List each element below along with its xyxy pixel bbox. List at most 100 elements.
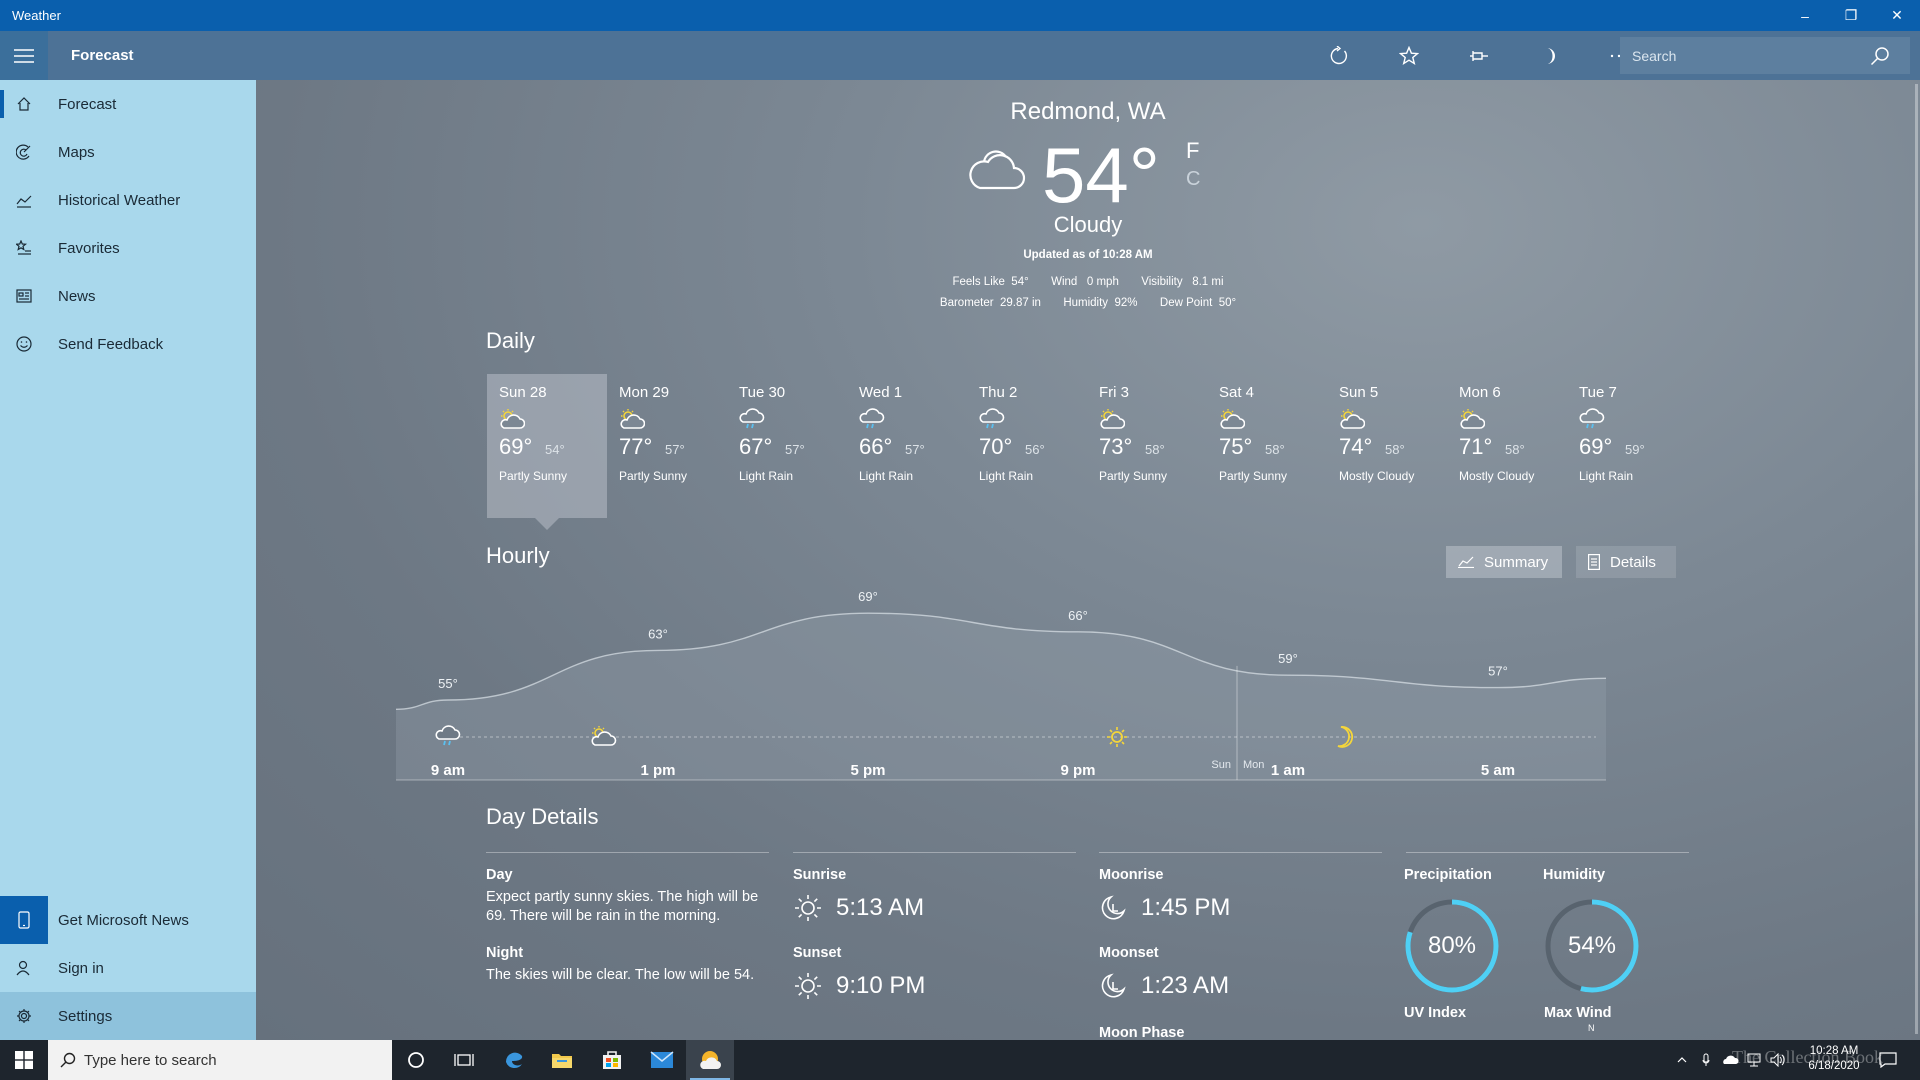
radar-icon (0, 144, 48, 160)
sunrise-time: 5:13 AM (836, 894, 925, 921)
mail-app-button[interactable] (638, 1040, 686, 1080)
search-icon (60, 1052, 76, 1068)
refresh-button[interactable] (1304, 31, 1374, 80)
daily-card-thu-2[interactable]: Thu 2 70° 56° Light Rain (967, 374, 1087, 518)
close-button[interactable]: ✕ (1874, 0, 1920, 31)
hourly-area-fill (396, 613, 1606, 780)
sidebar-item-forecast[interactable]: Forecast (0, 80, 256, 128)
day-high: 74° (1339, 434, 1373, 459)
day-name: Fri 3 (1099, 384, 1129, 401)
day-low: 58° (1145, 442, 1165, 457)
divider (1406, 852, 1689, 853)
day-name: Tue 7 (1579, 384, 1617, 401)
window-titlebar: Weather – ❐ ✕ (0, 0, 1920, 31)
minimize-button[interactable]: – (1782, 0, 1828, 31)
watermark: The Collection Book (1732, 1047, 1883, 1067)
barometer-label: Barometer (939, 297, 994, 309)
sidebar-item-label: Send Feedback (58, 335, 164, 353)
humidity-detail-label: Humidity (1543, 867, 1606, 883)
weather-icon (700, 1051, 721, 1069)
day-low: 59° (1625, 442, 1645, 457)
day-name: Wed 1 (859, 384, 903, 401)
windows-icon (15, 1051, 33, 1069)
daily-card-tue-30[interactable]: Tue 30 67° 57° Light Rain (727, 374, 847, 518)
taskbar-search-input[interactable] (84, 1051, 374, 1069)
sidebar-item-news[interactable]: News (0, 272, 256, 320)
sidebar: Forecast Maps Historical Weather Favorit… (0, 31, 256, 1040)
start-button[interactable] (0, 1040, 48, 1080)
daily-card-tue-7[interactable]: Tue 7 69° 59° Light Rain (1567, 374, 1687, 518)
page-title: Forecast (71, 47, 134, 64)
day-condition: Partly Sunny (499, 469, 568, 483)
dew-point-value: 50° (1218, 297, 1237, 309)
microphone-icon[interactable] (1694, 1053, 1718, 1067)
sidebar-item-send-feedback[interactable]: Send Feedback (0, 320, 256, 368)
sidebar-item-sign-in[interactable]: Sign in (0, 944, 256, 992)
daily-card-sun-28[interactable]: Sun 28 69° 54° Partly Sunny (487, 374, 607, 530)
daily-card-mon-6[interactable]: Mon 6 71° 58° Mostly Cloudy (1447, 374, 1567, 518)
search-icon[interactable] (1870, 46, 1890, 66)
daily-section-title: Daily (486, 328, 535, 353)
summary-toggle-button[interactable]: Summary (1446, 546, 1562, 578)
home-icon (0, 96, 48, 112)
sidebar-item-settings[interactable]: Settings (0, 992, 256, 1040)
sidebar-item-label: Maps (58, 143, 95, 161)
precipitation-value: 80% (1427, 932, 1477, 959)
daily-card-fri-3[interactable]: Fri 3 73° 58° Partly Sunny (1087, 374, 1207, 518)
visibility-value: 8.1 mi (1192, 276, 1224, 288)
details-label: Details (1610, 553, 1656, 571)
edge-app-button[interactable] (490, 1040, 538, 1080)
day-name: Mon 29 (619, 384, 670, 401)
partly-sunny-icon (1219, 408, 1246, 435)
moon-icon (1547, 47, 1555, 64)
moonrise-icon (1101, 895, 1126, 920)
sunset-label: Sunset (793, 945, 842, 961)
humidity-label: Humidity (1063, 297, 1109, 309)
daily-card-sat-4[interactable]: Sat 4 75° 58° Partly Sunny (1207, 374, 1327, 518)
sidebar-item-maps[interactable]: Maps (0, 128, 256, 176)
hourly-time-label: 1 am (1270, 762, 1306, 779)
precipitation-gauge: 80% (1404, 898, 1500, 994)
list-icon (1588, 554, 1600, 570)
day-high: 73° (1099, 434, 1133, 459)
unit-celsius-toggle[interactable]: C (1186, 168, 1200, 191)
daily-card-sun-5[interactable]: Sun 5 74° 58° Mostly Cloudy (1327, 374, 1447, 518)
hamburger-menu-button[interactable] (0, 31, 48, 80)
unit-fahrenheit-toggle[interactable]: F (1186, 138, 1199, 164)
day-name: Mon 6 (1459, 384, 1501, 401)
store-app-button[interactable] (588, 1040, 636, 1080)
daily-card-wed-1[interactable]: Wed 1 66° 57° Light Rain (847, 374, 967, 518)
day-condition: Light Rain (859, 469, 914, 483)
moonset-time: 1:23 AM (1141, 972, 1230, 999)
day-name: Sun 28 (499, 384, 547, 401)
moonset-label: Moonset (1099, 945, 1159, 961)
sidebar-item-label: Historical Weather (58, 191, 181, 209)
day-details-section-title: Day Details (486, 804, 599, 829)
sidebar-item-historical-weather[interactable]: Historical Weather (0, 176, 256, 224)
phone-icon (0, 896, 48, 944)
favorite-button[interactable] (1374, 31, 1444, 80)
search-box (1620, 37, 1910, 74)
restore-button[interactable]: ❐ (1828, 0, 1874, 31)
news-icon (0, 289, 48, 303)
pin-button[interactable] (1444, 31, 1514, 80)
sidebar-item-get-microsoft-news[interactable]: Get Microsoft News (0, 896, 256, 944)
day-low: 57° (785, 442, 805, 457)
cortana-button[interactable] (392, 1040, 440, 1080)
day-condition: Light Rain (739, 469, 794, 483)
sunrise-label: Sunrise (793, 867, 847, 883)
moonrise-label: Moonrise (1099, 867, 1164, 883)
sidebar-item-favorites[interactable]: Favorites (0, 224, 256, 272)
details-toggle-button[interactable]: Details (1576, 546, 1676, 578)
day-low: 57° (665, 442, 685, 457)
weather-app-button[interactable] (686, 1040, 734, 1080)
dark-mode-button[interactable] (1514, 31, 1584, 80)
show-hidden-icons-chevron[interactable] (1670, 1057, 1694, 1063)
search-input[interactable] (1620, 47, 1870, 64)
window-title: Weather (12, 8, 61, 23)
file-explorer-button[interactable] (538, 1040, 586, 1080)
day-high: 69° (1579, 434, 1613, 459)
daily-card-mon-29[interactable]: Mon 29 77° 57° Partly Sunny (607, 374, 727, 518)
task-view-button[interactable] (440, 1040, 488, 1080)
hourly-time-label: 1 pm (640, 762, 676, 779)
